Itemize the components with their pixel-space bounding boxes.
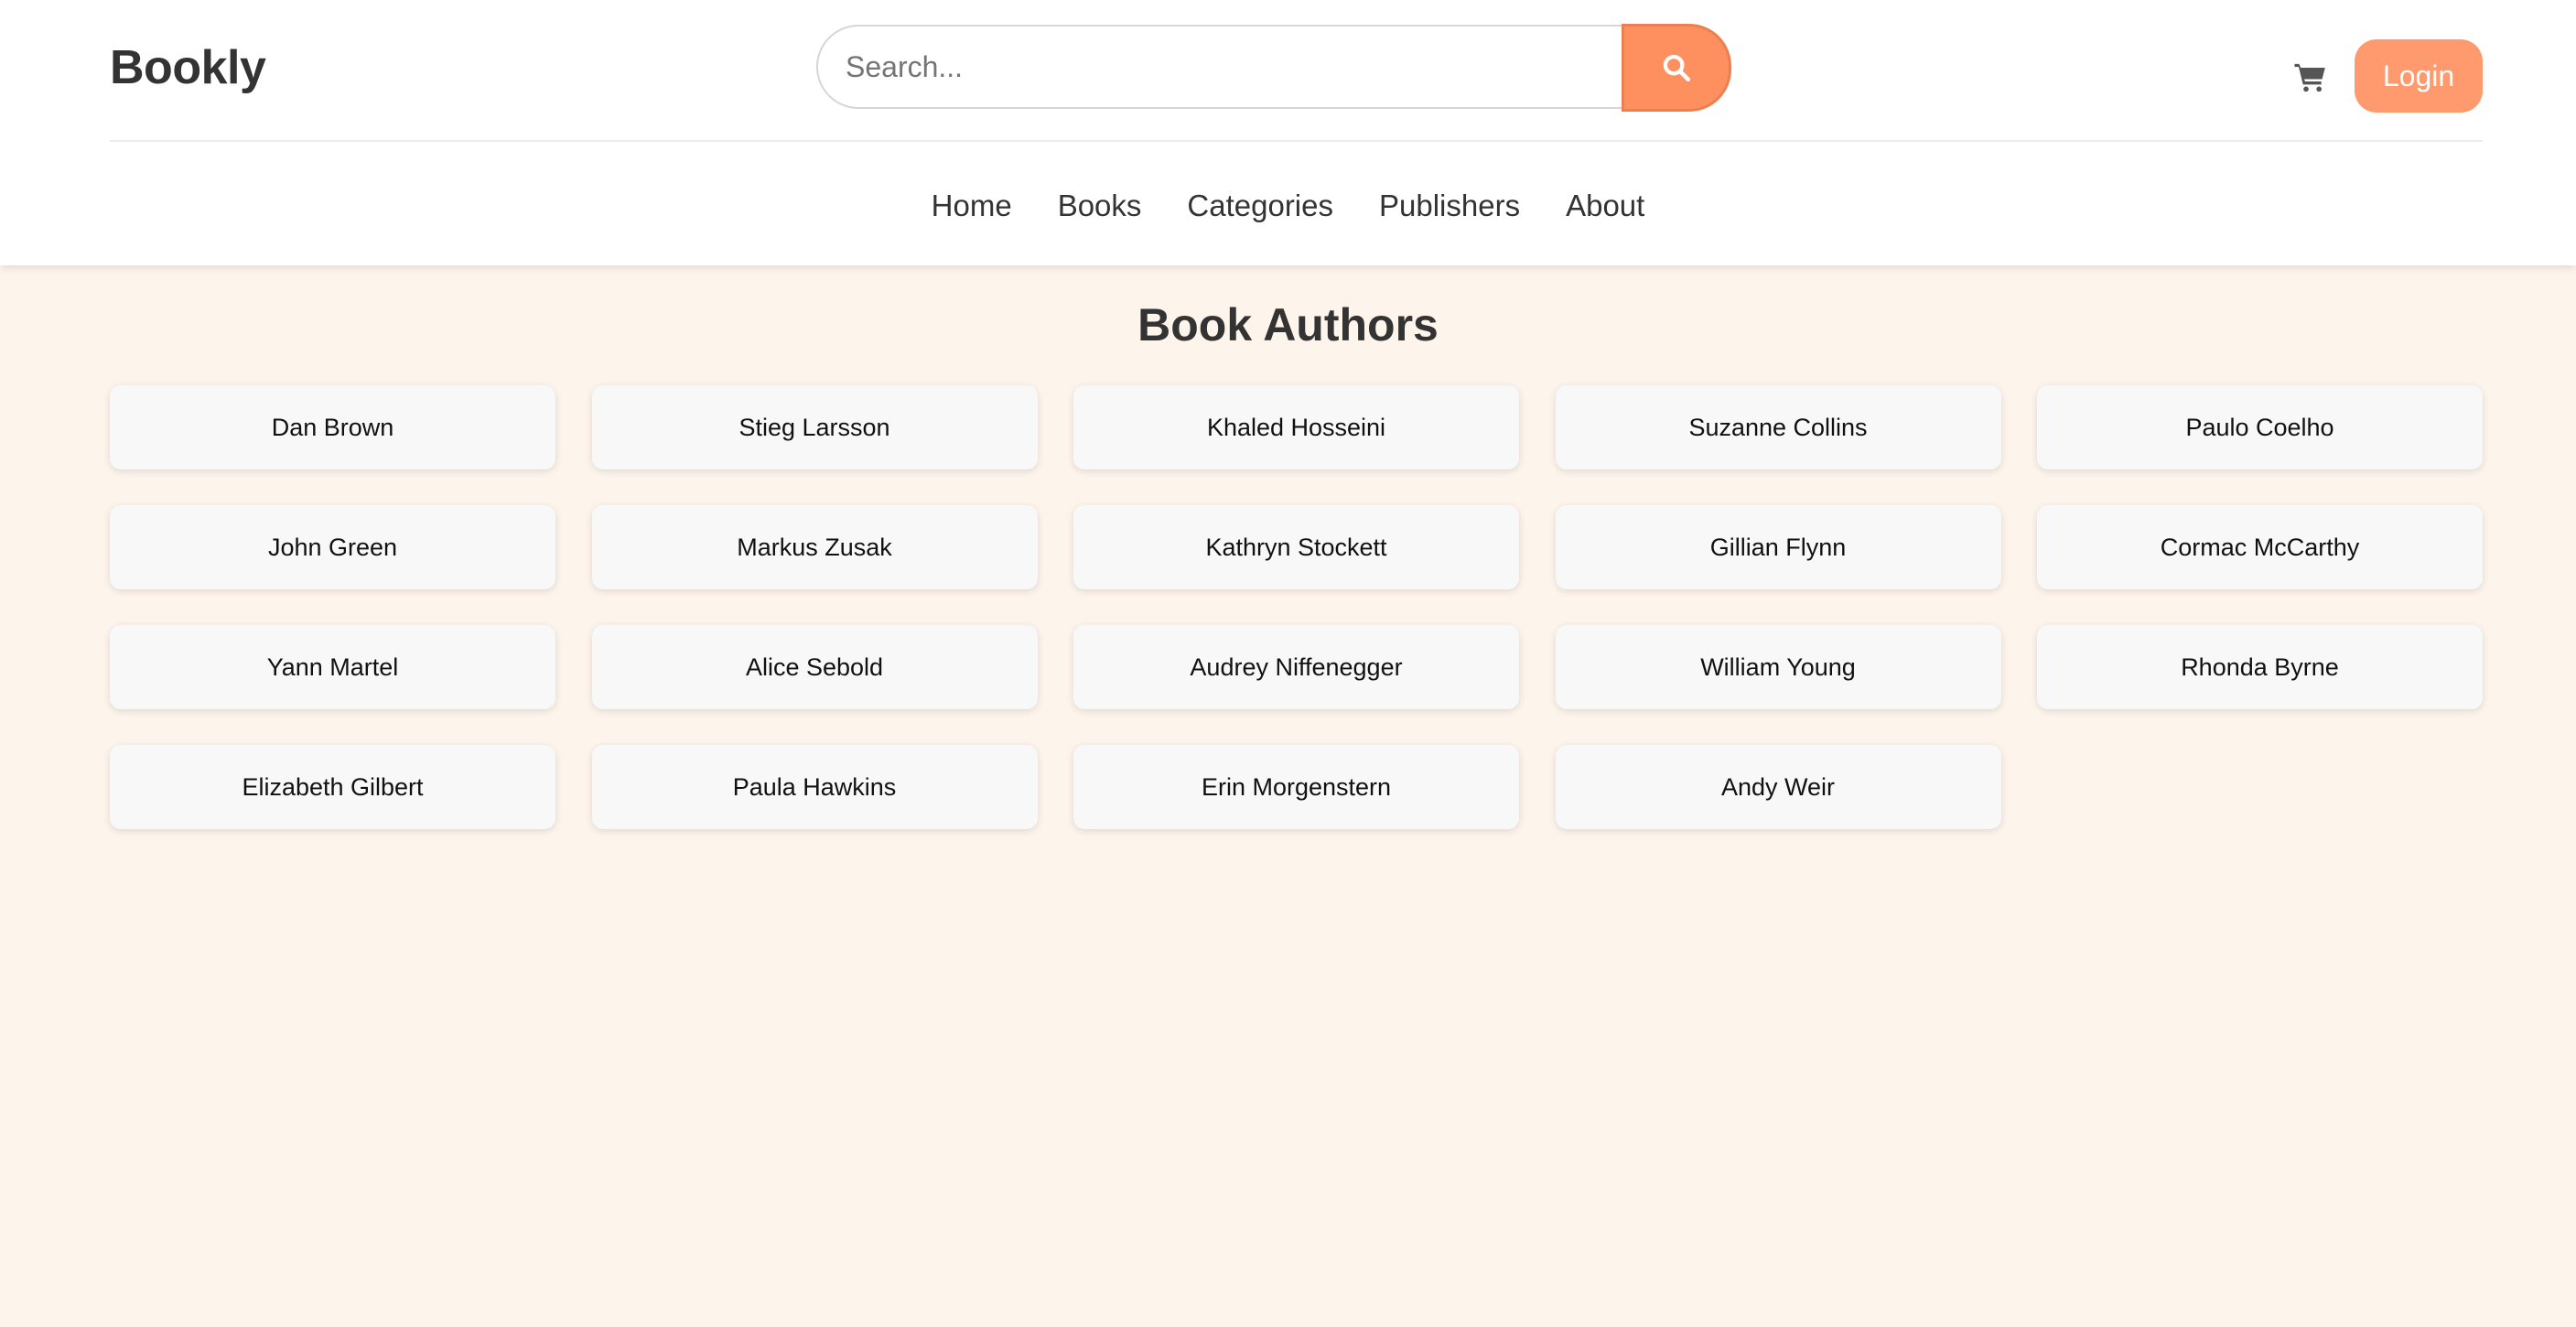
author-card[interactable]: Paulo Coelho bbox=[2037, 385, 2483, 469]
cart-icon bbox=[2294, 63, 2325, 92]
page-title: Book Authors bbox=[1137, 299, 1439, 351]
nav-item-publishers[interactable]: Publishers bbox=[1379, 183, 1520, 229]
author-card[interactable]: Markus Zusak bbox=[591, 505, 1038, 589]
search-icon bbox=[1663, 54, 1691, 82]
author-card[interactable]: Dan Brown bbox=[110, 385, 555, 469]
author-card[interactable]: Andy Weir bbox=[1555, 745, 2001, 829]
nav-item-about[interactable]: About bbox=[1566, 183, 1644, 229]
cart-button[interactable] bbox=[2292, 59, 2329, 95]
nav-item-categories[interactable]: Categories bbox=[1187, 183, 1333, 229]
nav-item-home[interactable]: Home bbox=[932, 183, 1012, 229]
author-card[interactable]: Rhonda Byrne bbox=[2037, 625, 2483, 709]
search-button[interactable] bbox=[1622, 24, 1731, 112]
author-card[interactable]: Gillian Flynn bbox=[1555, 505, 2001, 589]
search-bar bbox=[816, 24, 1731, 112]
main-nav: Home Books Categories Publishers About bbox=[0, 183, 2576, 229]
author-card[interactable]: John Green bbox=[110, 505, 555, 589]
author-card[interactable]: Paula Hawkins bbox=[591, 745, 1038, 829]
authors-grid: Dan Brown Stieg Larsson Khaled Hosseini … bbox=[110, 385, 2483, 829]
header-divider bbox=[110, 140, 2483, 142]
login-button[interactable]: Login bbox=[2355, 39, 2483, 113]
author-card[interactable]: William Young bbox=[1555, 625, 2001, 709]
author-card[interactable]: Yann Martel bbox=[110, 625, 555, 709]
author-card[interactable]: Elizabeth Gilbert bbox=[110, 745, 555, 829]
site-header: Bookly Login Home Books Categories Publi… bbox=[0, 0, 2576, 265]
search-input[interactable] bbox=[816, 25, 1631, 109]
author-card[interactable]: Audrey Niffenegger bbox=[1073, 625, 1519, 709]
author-card[interactable]: Kathryn Stockett bbox=[1073, 505, 1519, 589]
brand-logo[interactable]: Bookly bbox=[110, 40, 266, 95]
author-card[interactable]: Suzanne Collins bbox=[1555, 385, 2001, 469]
author-card[interactable]: Erin Morgenstern bbox=[1073, 745, 1519, 829]
author-card[interactable]: Alice Sebold bbox=[591, 625, 1038, 709]
nav-item-books[interactable]: Books bbox=[1058, 183, 1142, 229]
author-card[interactable]: Khaled Hosseini bbox=[1073, 385, 1519, 469]
author-card[interactable]: Stieg Larsson bbox=[591, 385, 1038, 469]
author-card[interactable]: Cormac McCarthy bbox=[2037, 505, 2483, 589]
